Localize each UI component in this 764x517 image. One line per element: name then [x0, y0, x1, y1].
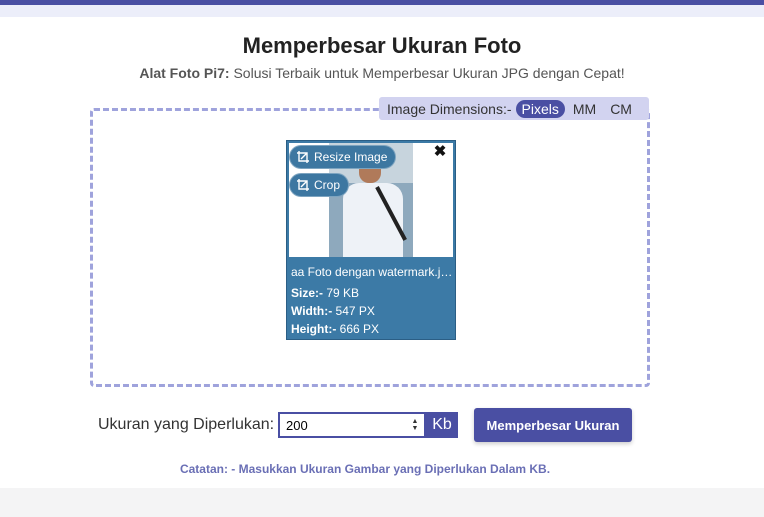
file-size-label: Size:- [291, 286, 324, 300]
crop-button[interactable]: Crop [289, 173, 350, 197]
dimension-option-cm[interactable]: CM [604, 100, 638, 118]
subtitle-brand: Alat Foto Pi7: [139, 65, 230, 81]
image-width: Width:- 547 PX [291, 304, 375, 318]
required-size-label: Ukuran yang Diperlukan: [98, 416, 275, 433]
crop-icon [297, 151, 309, 163]
dimension-option-pixels[interactable]: Pixels [515, 99, 565, 118]
resize-image-button[interactable]: Resize Image [289, 145, 397, 169]
file-name: aa Foto dengan watermark.jpg [291, 265, 453, 279]
number-stepper-icon[interactable]: ▲ ▼ [410, 418, 420, 432]
image-width-label: Width:- [291, 304, 333, 318]
top-light-bar [0, 5, 764, 17]
note-text: Catatan: - Masukkan Ukuran Gambar yang D… [179, 462, 551, 476]
dimension-option-mm[interactable]: MM [567, 100, 602, 118]
image-height-label: Height:- [291, 322, 337, 336]
file-size-value: 79 KB [326, 286, 360, 300]
crop-label: Crop [314, 178, 341, 192]
required-size-input[interactable] [278, 412, 426, 438]
enlarge-size-button[interactable]: Memperbesar Ukuran [474, 408, 632, 442]
crop-icon [297, 179, 309, 191]
image-dimensions-selector: Image Dimensions:- Pixels MM CM [379, 97, 649, 120]
unit-badge: Kb [426, 412, 458, 438]
dimensions-label: Image Dimensions:- [387, 100, 512, 117]
image-height-value: 666 PX [339, 322, 380, 336]
image-width-value: 547 PX [335, 304, 375, 318]
image-height: Height:- 666 PX [291, 322, 379, 336]
close-icon[interactable]: ✖ [433, 144, 447, 159]
resize-image-label: Resize Image [314, 150, 388, 164]
page-subtitle: Alat Foto Pi7: Solusi Terbaik untuk Memp… [0, 65, 764, 81]
subtitle-text: Solusi Terbaik untuk Memperbesar Ukuran … [233, 65, 625, 81]
image-thumbnail-card: Resize Image Crop ✖ aa Foto dengan water… [286, 140, 456, 340]
page-title: Memperbesar Ukuran Foto [242, 33, 522, 58]
file-size: Size:- 79 KB [291, 286, 359, 300]
